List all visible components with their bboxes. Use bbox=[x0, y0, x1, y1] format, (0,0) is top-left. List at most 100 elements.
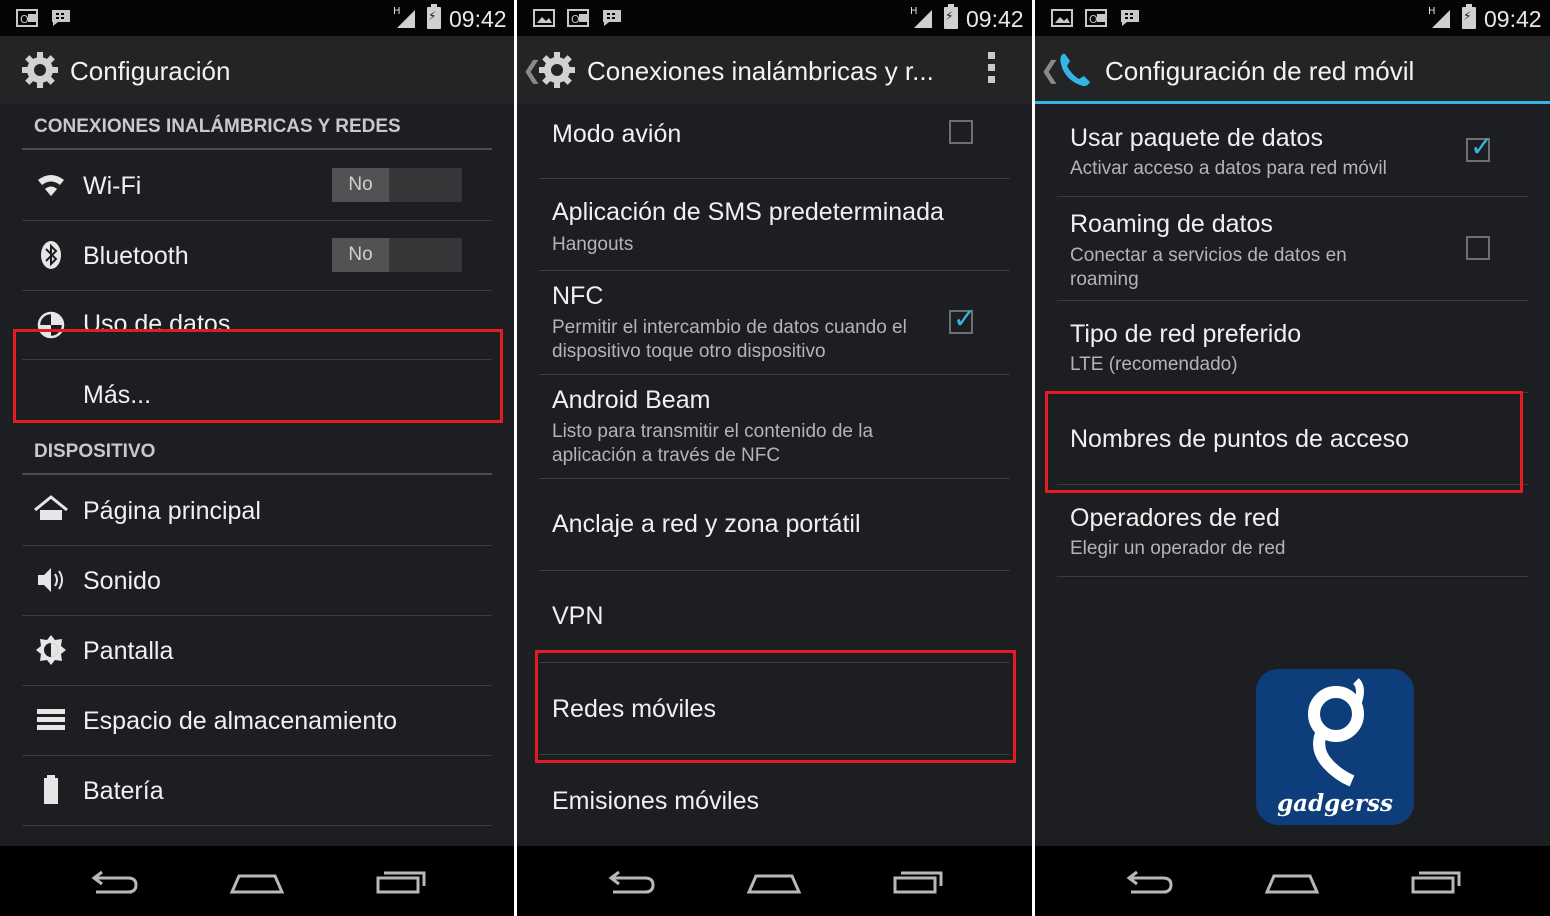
item-title: Operadores de red bbox=[1070, 504, 1280, 532]
clock: 09:42 bbox=[1484, 6, 1542, 32]
bbm-notification-icon bbox=[601, 8, 623, 34]
list-item-cell-broadcasts[interactable]: Emisiones móviles bbox=[539, 754, 1010, 846]
item-title: NFC bbox=[552, 282, 604, 310]
network-type-label: H bbox=[910, 6, 918, 17]
item-subtitle: Conectar a servicios de datos en roaming bbox=[1070, 245, 1347, 290]
settings-item-wifi[interactable]: Wi-Fi No bbox=[22, 150, 492, 221]
battery-status-icon bbox=[427, 4, 441, 29]
battery-status-icon bbox=[1462, 4, 1476, 29]
settings-screen: O H 09:42 Configuración CONEXIONES INALÁ… bbox=[0, 0, 514, 916]
nav-bar bbox=[0, 846, 514, 916]
checkmark-icon: ✓ bbox=[1470, 131, 1494, 162]
nfc-checkbox[interactable]: ✓ bbox=[949, 303, 976, 334]
recents-icon[interactable] bbox=[1407, 864, 1467, 898]
gadgerss-g-icon bbox=[1308, 678, 1364, 787]
settings-item-label: Wi-Fi bbox=[83, 172, 142, 200]
list-item-network-operators[interactable]: Operadores de red Elegir un operador de … bbox=[1057, 484, 1528, 577]
signal-icon: H bbox=[393, 6, 415, 28]
item-title: Anclaje a red y zona portátil bbox=[552, 510, 861, 538]
item-subtitle: Elegir un operador de red bbox=[1070, 538, 1286, 559]
page-title: Conexiones inalámbricas y r... bbox=[587, 56, 934, 86]
home-nav-icon[interactable] bbox=[1262, 864, 1322, 898]
wifi-icon bbox=[38, 175, 64, 196]
list-item-preferred-network[interactable]: Tipo de red preferido LTE (recomendado) bbox=[1057, 300, 1528, 393]
back-icon[interactable] bbox=[601, 864, 661, 898]
section-header-wireless: CONEXIONES INALÁMBRICAS Y REDES bbox=[22, 104, 492, 150]
toggle-state: No bbox=[332, 168, 389, 202]
recents-icon[interactable] bbox=[889, 864, 949, 898]
data-roaming-checkbox[interactable] bbox=[1466, 236, 1490, 260]
page-title: Configuración bbox=[70, 56, 231, 86]
item-title: Emisiones móviles bbox=[552, 787, 760, 815]
settings-item-display[interactable]: Pantalla bbox=[22, 615, 492, 686]
settings-item-sound[interactable]: Sonido bbox=[22, 545, 492, 616]
highlight-box bbox=[535, 650, 1016, 763]
svg-text:O: O bbox=[20, 13, 29, 26]
toggle-state: No bbox=[332, 238, 389, 272]
list-item-sms-app[interactable]: Aplicación de SMS predeterminada Hangout… bbox=[539, 178, 1010, 271]
settings-gear-icon[interactable] bbox=[20, 50, 60, 90]
settings-item-home[interactable]: Página principal bbox=[22, 475, 492, 546]
wireless-networks-screen: O H 09:42 ❮ Conexiones inalámbricas y r.… bbox=[517, 0, 1032, 916]
item-title: Roaming de datos bbox=[1070, 210, 1273, 238]
settings-item-label: Sonido bbox=[83, 567, 161, 595]
bluetooth-toggle[interactable]: No bbox=[332, 238, 462, 272]
clock: 09:42 bbox=[449, 6, 507, 32]
item-subtitle: Listo para transmitir el contenido de la… bbox=[552, 421, 874, 466]
item-title: Android Beam bbox=[552, 386, 711, 414]
back-icon[interactable] bbox=[1119, 864, 1179, 898]
status-bar: O H 09:42 bbox=[517, 0, 1032, 36]
status-bar: O H 09:42 bbox=[1035, 0, 1550, 36]
checkmark-icon: ✓ bbox=[953, 303, 977, 334]
signal-icon: H bbox=[1428, 6, 1450, 28]
item-subtitle: Permitir el intercambio de datos cuando … bbox=[552, 317, 907, 362]
bluetooth-icon bbox=[41, 241, 61, 269]
item-subtitle: Activar acceso a datos para red móvil bbox=[1070, 158, 1387, 179]
phone-icon[interactable] bbox=[1055, 50, 1095, 90]
overflow-menu-icon[interactable] bbox=[988, 52, 996, 86]
list-item-android-beam[interactable]: Android Beam Listo para transmitir el co… bbox=[539, 374, 1010, 479]
settings-item-label: Página principal bbox=[83, 497, 261, 525]
item-subtitle: LTE (recomendado) bbox=[1070, 354, 1238, 375]
battery-status-icon bbox=[944, 4, 958, 29]
item-title: Usar paquete de datos bbox=[1070, 124, 1323, 152]
home-nav-icon[interactable] bbox=[744, 864, 804, 898]
settings-item-bluetooth[interactable]: Bluetooth No bbox=[22, 220, 492, 291]
data-enabled-checkbox[interactable]: ✓ bbox=[1466, 131, 1493, 162]
action-bar: Configuración bbox=[0, 36, 514, 104]
gadgerss-logo: gadgerss bbox=[1256, 669, 1414, 825]
action-bar: ❮ Configuración de red móvil bbox=[1035, 36, 1550, 104]
battery-icon bbox=[44, 775, 58, 804]
wifi-toggle[interactable]: No bbox=[332, 168, 462, 202]
list-item-data-enabled[interactable]: Usar paquete de datos Activar acceso a d… bbox=[1057, 104, 1528, 197]
nav-bar bbox=[1035, 846, 1550, 916]
settings-gear-icon[interactable] bbox=[537, 50, 577, 90]
back-icon[interactable] bbox=[84, 864, 144, 898]
logo-text: gadgerss bbox=[1277, 790, 1393, 817]
airplane-mode-checkbox[interactable] bbox=[949, 120, 973, 144]
sound-icon bbox=[38, 568, 63, 592]
list-item-data-roaming[interactable]: Roaming de datos Conectar a servicios de… bbox=[1057, 196, 1528, 301]
gallery-notification-icon bbox=[1051, 8, 1073, 34]
item-subtitle: Hangouts bbox=[552, 234, 634, 255]
list-item-nfc[interactable]: NFC Permitir el intercambio de datos cua… bbox=[539, 270, 1010, 375]
status-bar: O H 09:42 bbox=[0, 0, 514, 36]
settings-item-label: Espacio de almacenamiento bbox=[83, 707, 398, 735]
section-header-device: DISPOSITIVO bbox=[22, 429, 492, 475]
nav-bar bbox=[517, 846, 1032, 916]
svg-text:O: O bbox=[1089, 13, 1098, 26]
settings-item-storage[interactable]: Espacio de almacenamiento bbox=[22, 685, 492, 756]
network-type-label: H bbox=[1428, 6, 1436, 17]
highlight-box bbox=[1045, 391, 1523, 493]
mobile-network-settings-screen: O H 09:42 ❮ Configuración de red móvil U… bbox=[1035, 0, 1550, 916]
recents-icon[interactable] bbox=[372, 864, 432, 898]
settings-list: CONEXIONES INALÁMBRICAS Y REDES Wi-Fi No… bbox=[0, 104, 514, 846]
gallery-notification-icon bbox=[533, 8, 555, 34]
list-item-tethering[interactable]: Anclaje a red y zona portátil bbox=[539, 478, 1010, 571]
storage-icon bbox=[37, 709, 65, 730]
list-item-airplane-mode[interactable]: Modo avión bbox=[539, 104, 1010, 179]
home-nav-icon[interactable] bbox=[227, 864, 287, 898]
clock: 09:42 bbox=[966, 6, 1024, 32]
section-header-label: DISPOSITIVO bbox=[34, 441, 156, 462]
settings-item-battery[interactable]: Batería bbox=[22, 755, 492, 826]
